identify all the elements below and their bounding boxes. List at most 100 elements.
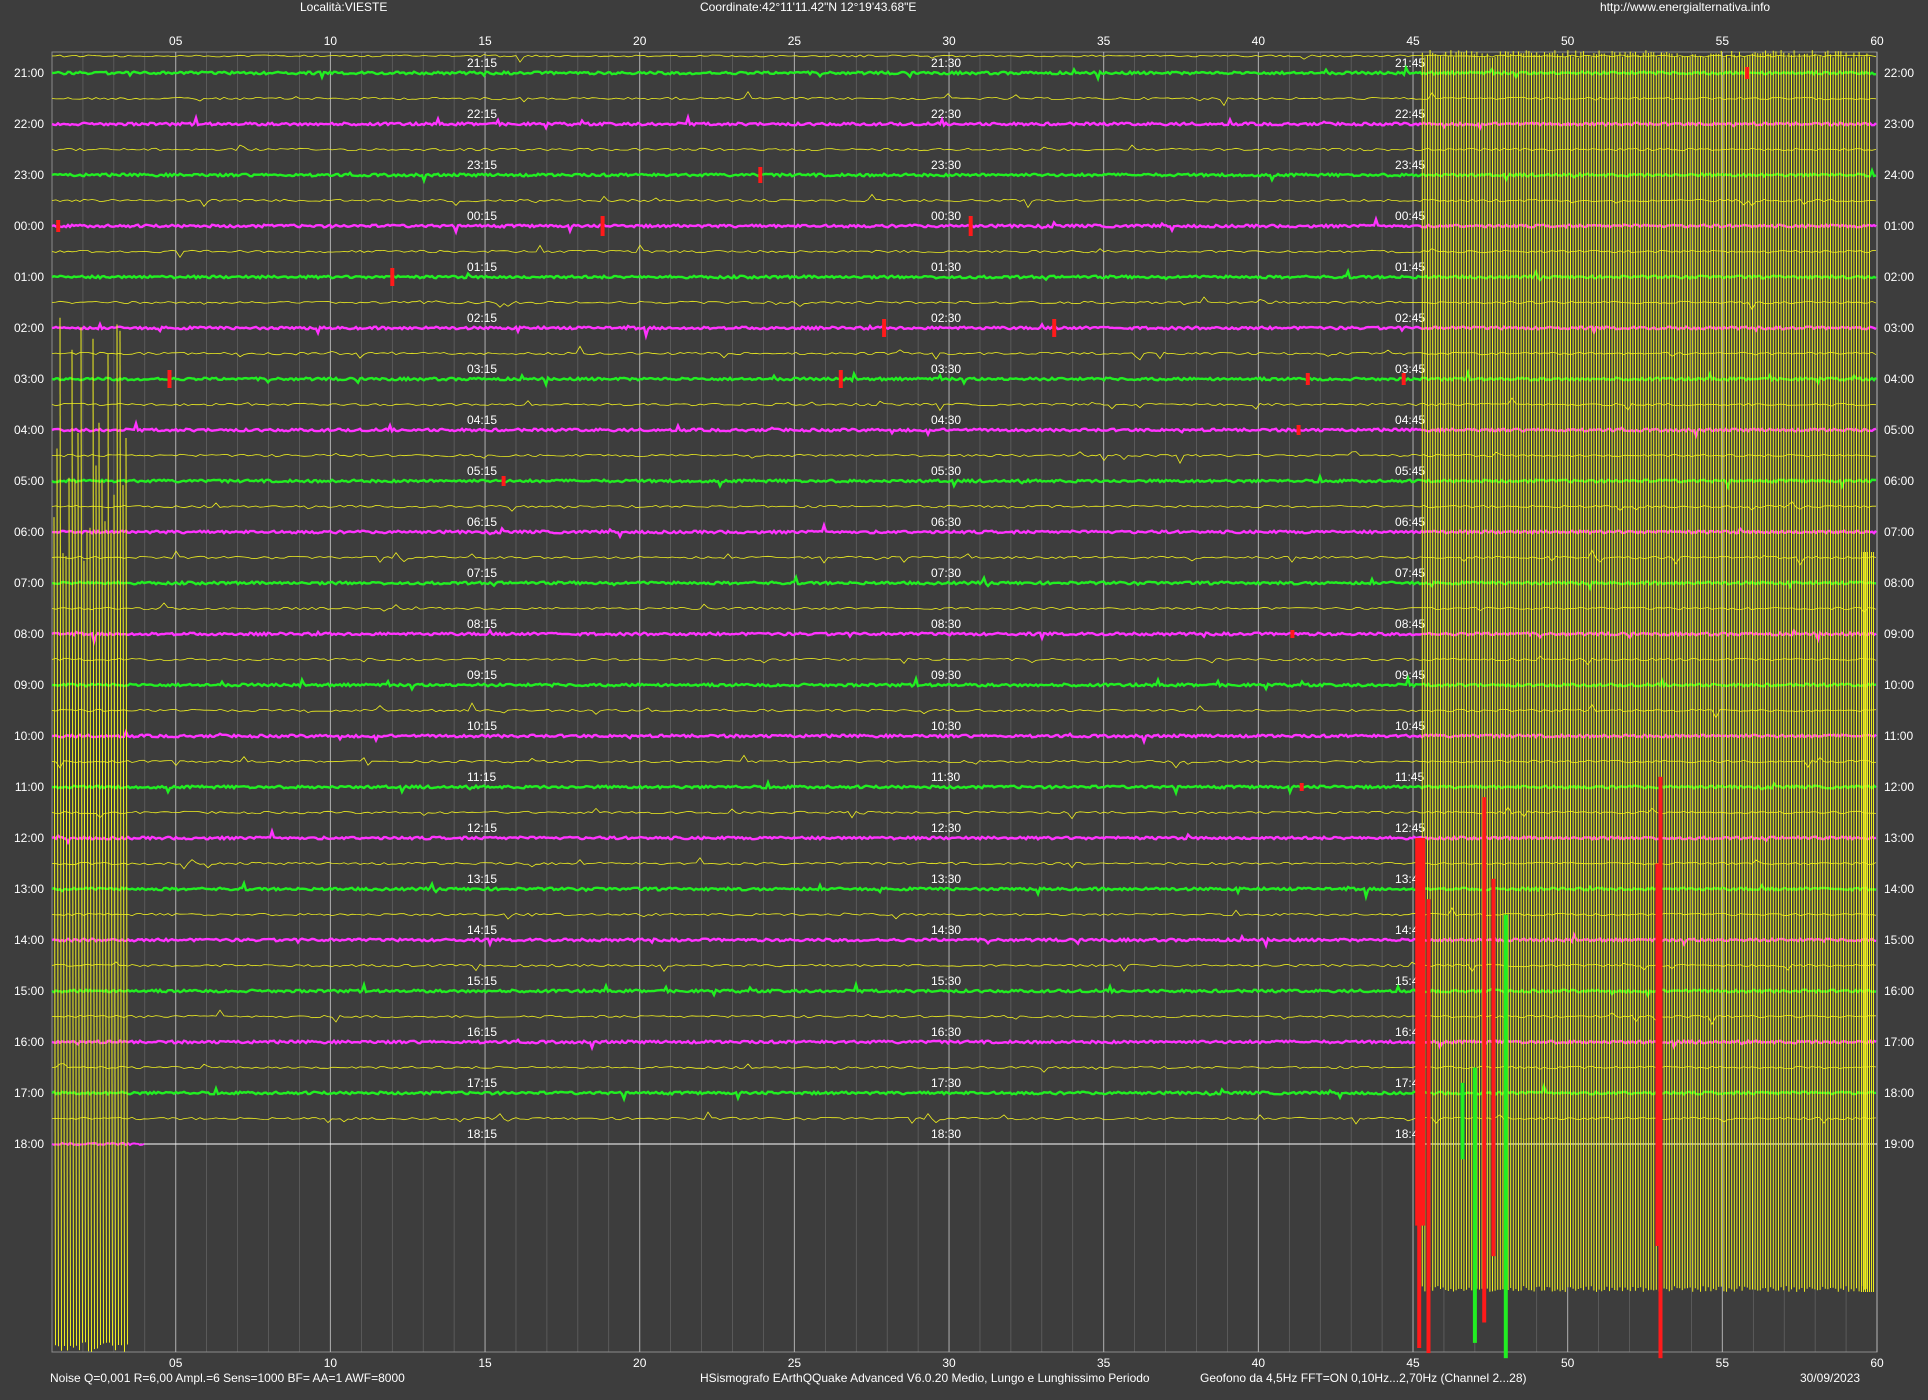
seismogram-chart: 05 05 10 10 15 15 20 20 25 25 30 30 35 35 40 40 45 45 50 50…: [14, 34, 1914, 1370]
yellow-oscillation: [53, 517, 56, 1346]
x-tick-label-bottom: 45: [1406, 1356, 1420, 1370]
x-tick-label-top: 15: [478, 34, 492, 48]
row-time-label-right: 16:00: [1884, 984, 1914, 998]
quarter-hour-label: 18:15: [467, 1127, 497, 1141]
quarter-hour-label: 11:45: [1395, 770, 1424, 784]
hourly-trace: [51, 267, 1877, 282]
quarter-hour-label: 23:45: [1395, 158, 1425, 172]
yellow-trace: [51, 806, 1877, 820]
hourly-trace: [51, 1141, 145, 1147]
event-marker: [501, 476, 506, 486]
row-time-label-left: 08:00: [14, 627, 44, 641]
software-name: HSismografo EArthQQuake Advanced V6.0.20…: [700, 1371, 1150, 1385]
quarter-hour-label: 14:15: [467, 923, 497, 937]
yellow-trace: [51, 397, 1877, 412]
hourly-trace: [51, 627, 1877, 647]
quarter-hour-label: 00:45: [1395, 209, 1425, 223]
quarter-hour-label: 01:30: [931, 260, 961, 274]
row-time-label-right: 12:00: [1884, 780, 1914, 794]
row-time-label-right: 18:00: [1884, 1086, 1914, 1100]
event-marker: [600, 216, 605, 236]
yellow-trace: [51, 1063, 1877, 1073]
sensor-info: Geofono da 4,5Hz FFT=ON 0,10Hz...2,70Hz …: [1200, 1371, 1527, 1385]
quarter-hour-label: 10:30: [931, 719, 961, 733]
x-tick-label-bottom: 55: [1716, 1356, 1730, 1370]
x-tick-label-bottom: 15: [478, 1356, 492, 1370]
row-time-label-right: 22:00: [1884, 66, 1914, 80]
quarter-hour-label: 23:30: [931, 158, 961, 172]
row-time-label-left: 01:00: [14, 270, 44, 284]
strong-event-burst-green: [1472, 1067, 1477, 1343]
quarter-hour-label: 05:15: [467, 464, 497, 478]
yellow-oscillation: [98, 422, 101, 1346]
strong-event-burst-red: [1482, 797, 1487, 1323]
yellow-oscillation: [59, 317, 62, 1351]
yellow-oscillation: [116, 324, 119, 1346]
yellow-trace: [51, 857, 1877, 870]
row-time-label-right: 11:00: [1884, 729, 1913, 743]
yellow-oscillation-band-early: [53, 317, 128, 1352]
hourly-trace: [51, 728, 1877, 746]
event-marker: [1299, 783, 1304, 791]
yellow-trace: [51, 1009, 1876, 1026]
x-tick-label-top: 40: [1252, 34, 1266, 48]
row-time-label-right: 07:00: [1884, 525, 1914, 539]
x-tick-label-top: 35: [1097, 34, 1111, 48]
yellow-oscillation: [122, 485, 125, 1352]
yellow-oscillation: [83, 560, 86, 1343]
quarter-hour-label: 07:45: [1395, 566, 1425, 580]
yellow-trace: [52, 451, 1877, 465]
yellow-trace: [51, 907, 1877, 920]
minute-grid: [51, 52, 1878, 1352]
plot-frame: [51, 51, 1878, 1353]
strong-event-burst-green: [1503, 914, 1508, 1359]
quarter-hour-label: 21:45: [1395, 56, 1425, 70]
yellow-trace: [51, 144, 1877, 152]
x-tick-label-bottom: 30: [942, 1356, 956, 1370]
yellow-trace: [51, 702, 1877, 719]
row-time-label-left: 07:00: [14, 576, 44, 590]
yellow-oscillation: [65, 556, 68, 1351]
quarter-hour-label: 11:30: [931, 770, 960, 784]
x-tick-label-top: 20: [633, 34, 647, 48]
x-tick-label-top: 05: [169, 34, 183, 48]
yellow-trace: [51, 1111, 1877, 1125]
x-tick-label-bottom: 60: [1870, 1356, 1884, 1370]
event-marker: [56, 220, 61, 232]
quarter-hour-label: 06:45: [1395, 515, 1425, 529]
row-time-label-right: 17:00: [1884, 1035, 1914, 1049]
quarter-hour-label: 05:30: [931, 464, 961, 478]
row-time-label-right: 06:00: [1884, 474, 1914, 488]
quarter-hour-label: 22:15: [467, 107, 497, 121]
row-time-label-right: 10:00: [1884, 678, 1914, 692]
quarter-hour-label: 04:15: [467, 413, 497, 427]
hourly-trace: [51, 980, 1877, 999]
row-time-label-left: 23:00: [14, 168, 44, 182]
x-tick-label-bottom: 05: [169, 1356, 183, 1370]
quarter-hour-label: 11:15: [467, 770, 496, 784]
row-time-label-left: 05:00: [14, 474, 44, 488]
yellow-oscillation: [71, 349, 74, 1348]
event-marker: [882, 319, 887, 337]
row-time-label-left: 18:00: [14, 1137, 44, 1151]
yellow-oscillation: [95, 465, 98, 1349]
x-tick-label-top: 55: [1716, 34, 1730, 48]
event-marker: [1296, 425, 1301, 435]
row-time-label-right: 09:00: [1884, 627, 1914, 641]
hourly-trace: [51, 573, 1877, 592]
processing-settings: Noise Q=0,001 R=6,00 Ampl.=6 Sens=1000 B…: [50, 1371, 405, 1385]
event-marker: [838, 370, 843, 388]
quarter-hour-label: 02:30: [931, 311, 961, 325]
row-time-label-right: 19:00: [1884, 1137, 1914, 1151]
quarter-hour-label: 08:30: [931, 617, 961, 631]
yellow-trace: [51, 54, 1877, 63]
row-time-label-left: 12:00: [14, 831, 44, 845]
hourly-trace: [51, 368, 1877, 389]
x-tick-label-top: 10: [324, 34, 338, 48]
x-tick-label-bottom: 35: [1097, 1356, 1111, 1370]
quarter-hour-label: 09:30: [931, 668, 961, 682]
strong-event-burst-red: [1426, 899, 1431, 1354]
row-time-label-right: 24:00: [1884, 168, 1914, 182]
row-time-label-right: 04:00: [1884, 372, 1914, 386]
event-marker: [968, 216, 973, 236]
